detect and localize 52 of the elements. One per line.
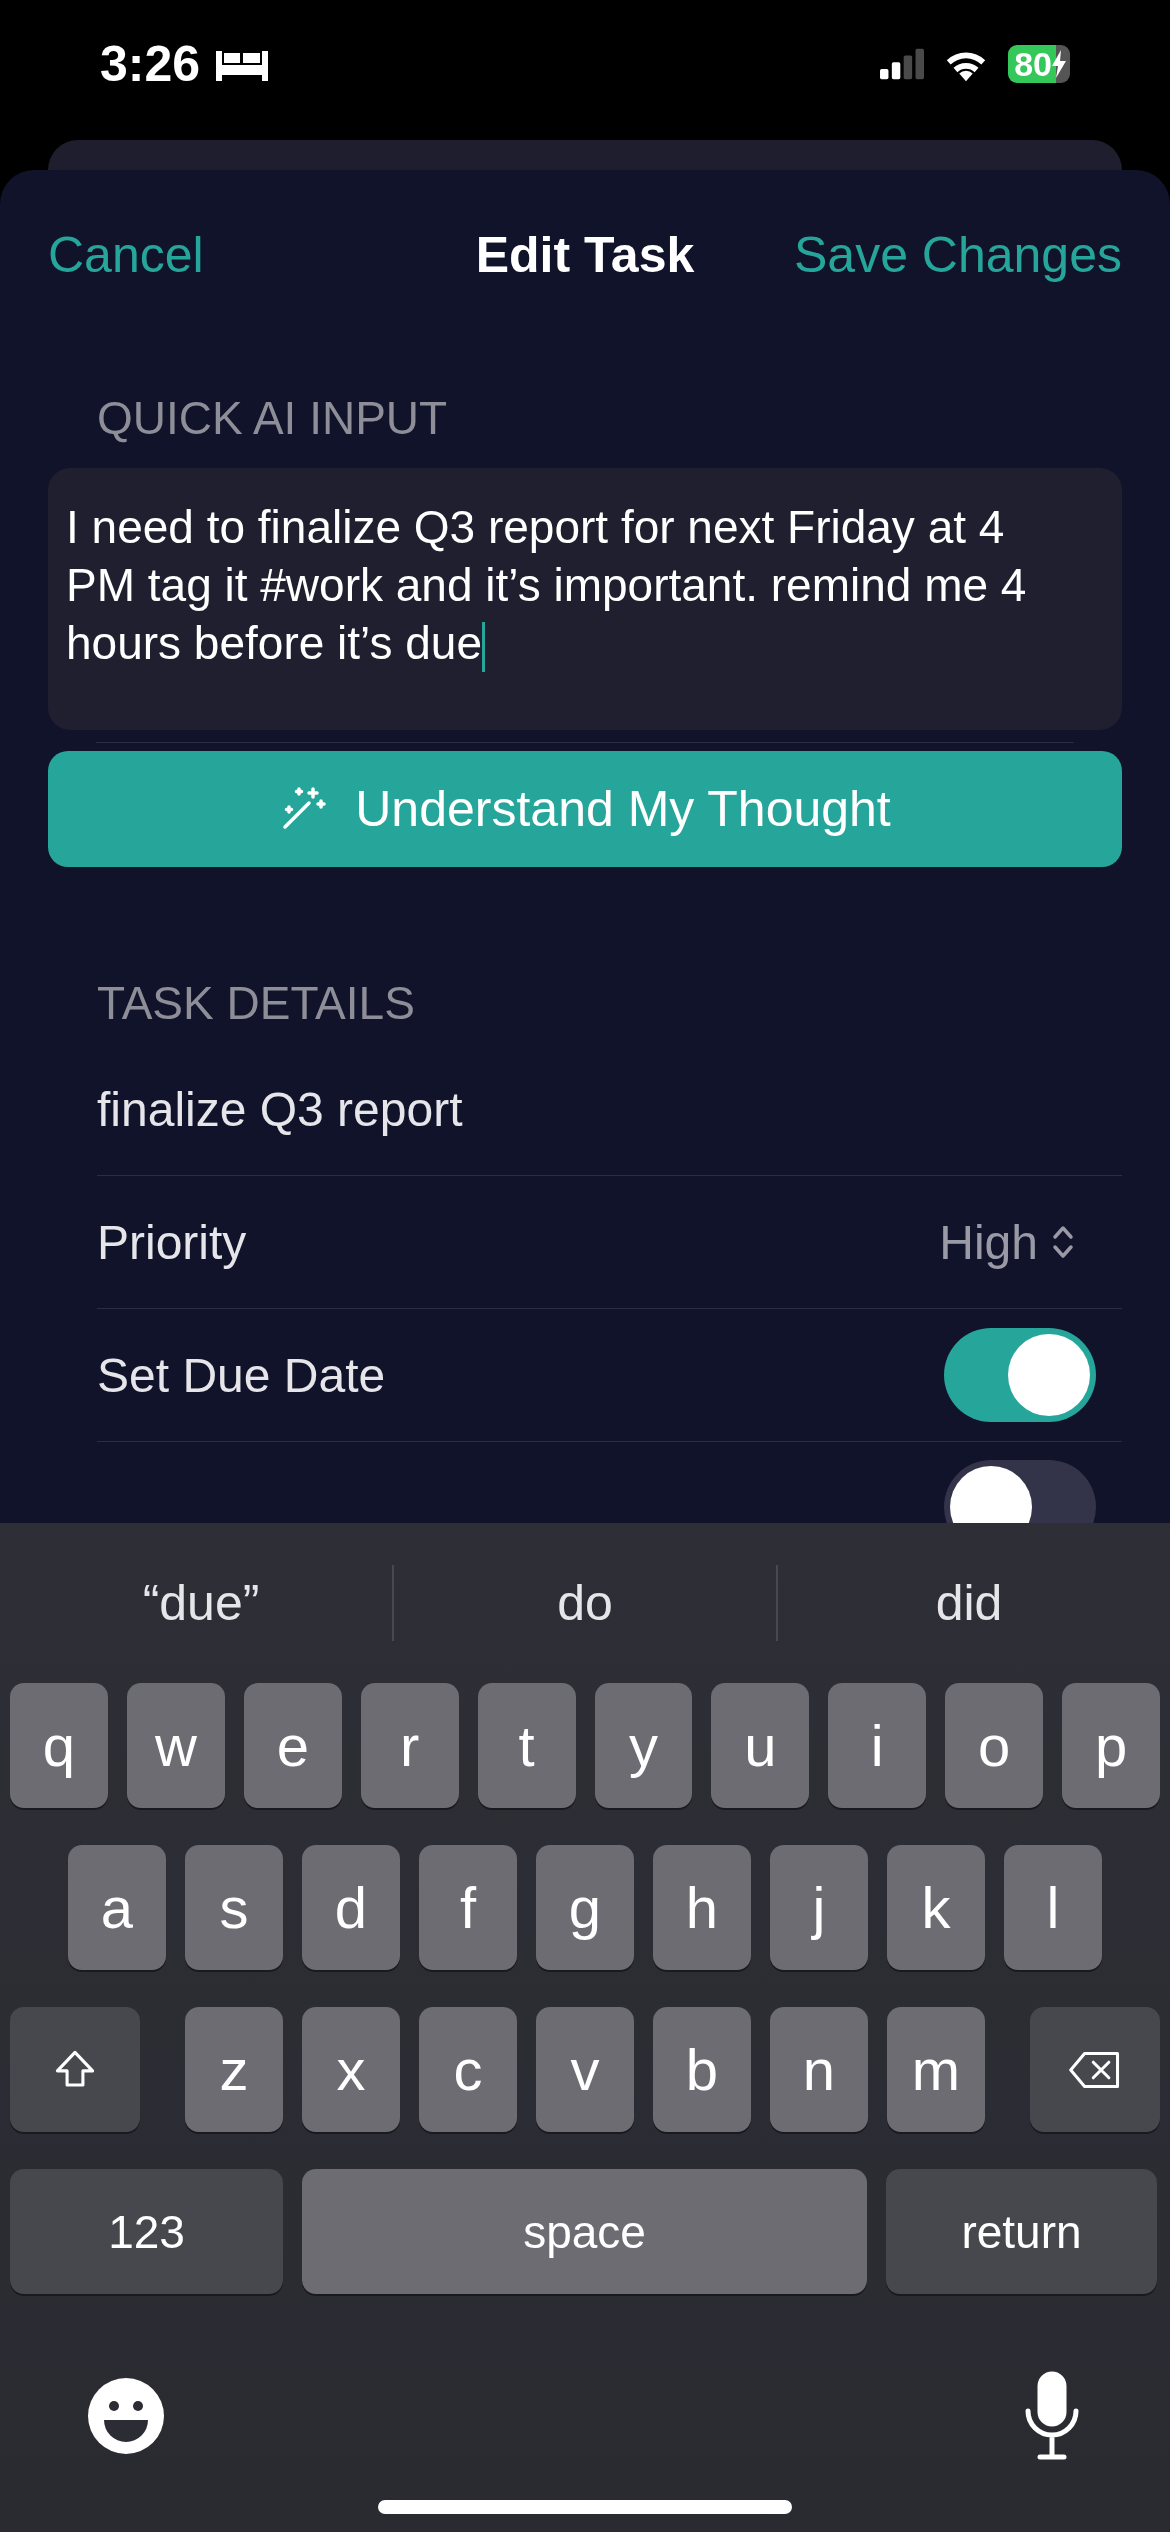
sheet-title: Edit Task bbox=[475, 226, 695, 284]
letter-key[interactable]: n bbox=[770, 2007, 868, 2132]
letter-key[interactable]: d bbox=[302, 1845, 400, 1970]
emoji-icon[interactable] bbox=[86, 2376, 166, 2456]
text-cursor bbox=[482, 621, 485, 672]
letter-key[interactable]: l bbox=[1004, 1845, 1102, 1970]
letter-key[interactable]: f bbox=[419, 1845, 517, 1970]
delete-key[interactable] bbox=[1030, 2007, 1160, 2132]
letter-key[interactable]: v bbox=[536, 2007, 634, 2132]
letter-key[interactable]: x bbox=[302, 2007, 400, 2132]
row-label: Priority bbox=[97, 1214, 247, 1270]
save-changes-button[interactable]: Save Changes bbox=[794, 226, 1122, 284]
up-down-chevron-icon bbox=[1052, 1224, 1074, 1260]
letter-key[interactable]: h bbox=[653, 1845, 751, 1970]
letter-key[interactable]: p bbox=[1062, 1683, 1161, 1808]
letter-key[interactable]: t bbox=[477, 1683, 576, 1808]
letter-key[interactable]: s bbox=[185, 1845, 283, 1970]
signal-icon bbox=[880, 48, 925, 80]
clock-time: 3:26 bbox=[100, 35, 201, 93]
quick-input-field[interactable]: I need to finalize Q3 report for next Friday at 4 PM tag it #work and it’s important. remind me 4 hours before it’s due bbox=[48, 468, 1122, 730]
cancel-button[interactable]: Cancel bbox=[48, 226, 204, 284]
task-title-text: finalize Q3 report bbox=[97, 1081, 463, 1137]
letter-key[interactable]: q bbox=[10, 1683, 108, 1808]
letter-key[interactable]: j bbox=[770, 1845, 868, 1970]
letter-key[interactable]: k bbox=[887, 1845, 985, 1970]
section-label: TASK DETAILS bbox=[97, 976, 415, 1031]
letter-key[interactable]: g bbox=[536, 1845, 634, 1970]
suggestion[interactable]: did bbox=[778, 1573, 1160, 1633]
letter-key[interactable]: e bbox=[243, 1683, 342, 1808]
letter-key[interactable]: u bbox=[711, 1683, 810, 1808]
priority-picker[interactable]: High bbox=[939, 1214, 1074, 1270]
letter-key[interactable]: a bbox=[68, 1845, 166, 1970]
suggestion[interactable]: “due” bbox=[10, 1573, 392, 1633]
letter-key[interactable]: o bbox=[945, 1683, 1044, 1808]
numbers-key[interactable]: 123 bbox=[10, 2169, 283, 2294]
charging-bolt-icon bbox=[1052, 50, 1066, 78]
row-label: Set Due Date bbox=[97, 1347, 386, 1403]
letter-key[interactable]: r bbox=[360, 1683, 459, 1808]
battery-level: 80 bbox=[1014, 44, 1052, 84]
letter-key[interactable]: m bbox=[887, 2007, 985, 2132]
letter-key[interactable]: w bbox=[126, 1683, 225, 1808]
understand-button[interactable]: Understand My Thought bbox=[48, 751, 1122, 867]
letter-key[interactable]: y bbox=[594, 1683, 693, 1808]
letter-key[interactable]: i bbox=[828, 1683, 927, 1808]
suggestion[interactable]: do bbox=[394, 1573, 776, 1633]
letter-key[interactable]: b bbox=[653, 2007, 751, 2132]
shift-key[interactable] bbox=[10, 2007, 140, 2132]
space-key[interactable]: space bbox=[302, 2169, 867, 2294]
return-key[interactable]: return bbox=[886, 2169, 1157, 2294]
section-label: QUICK AI INPUT bbox=[97, 391, 448, 446]
letter-key[interactable]: c bbox=[419, 2007, 517, 2132]
letter-key[interactable]: z bbox=[185, 2007, 283, 2132]
